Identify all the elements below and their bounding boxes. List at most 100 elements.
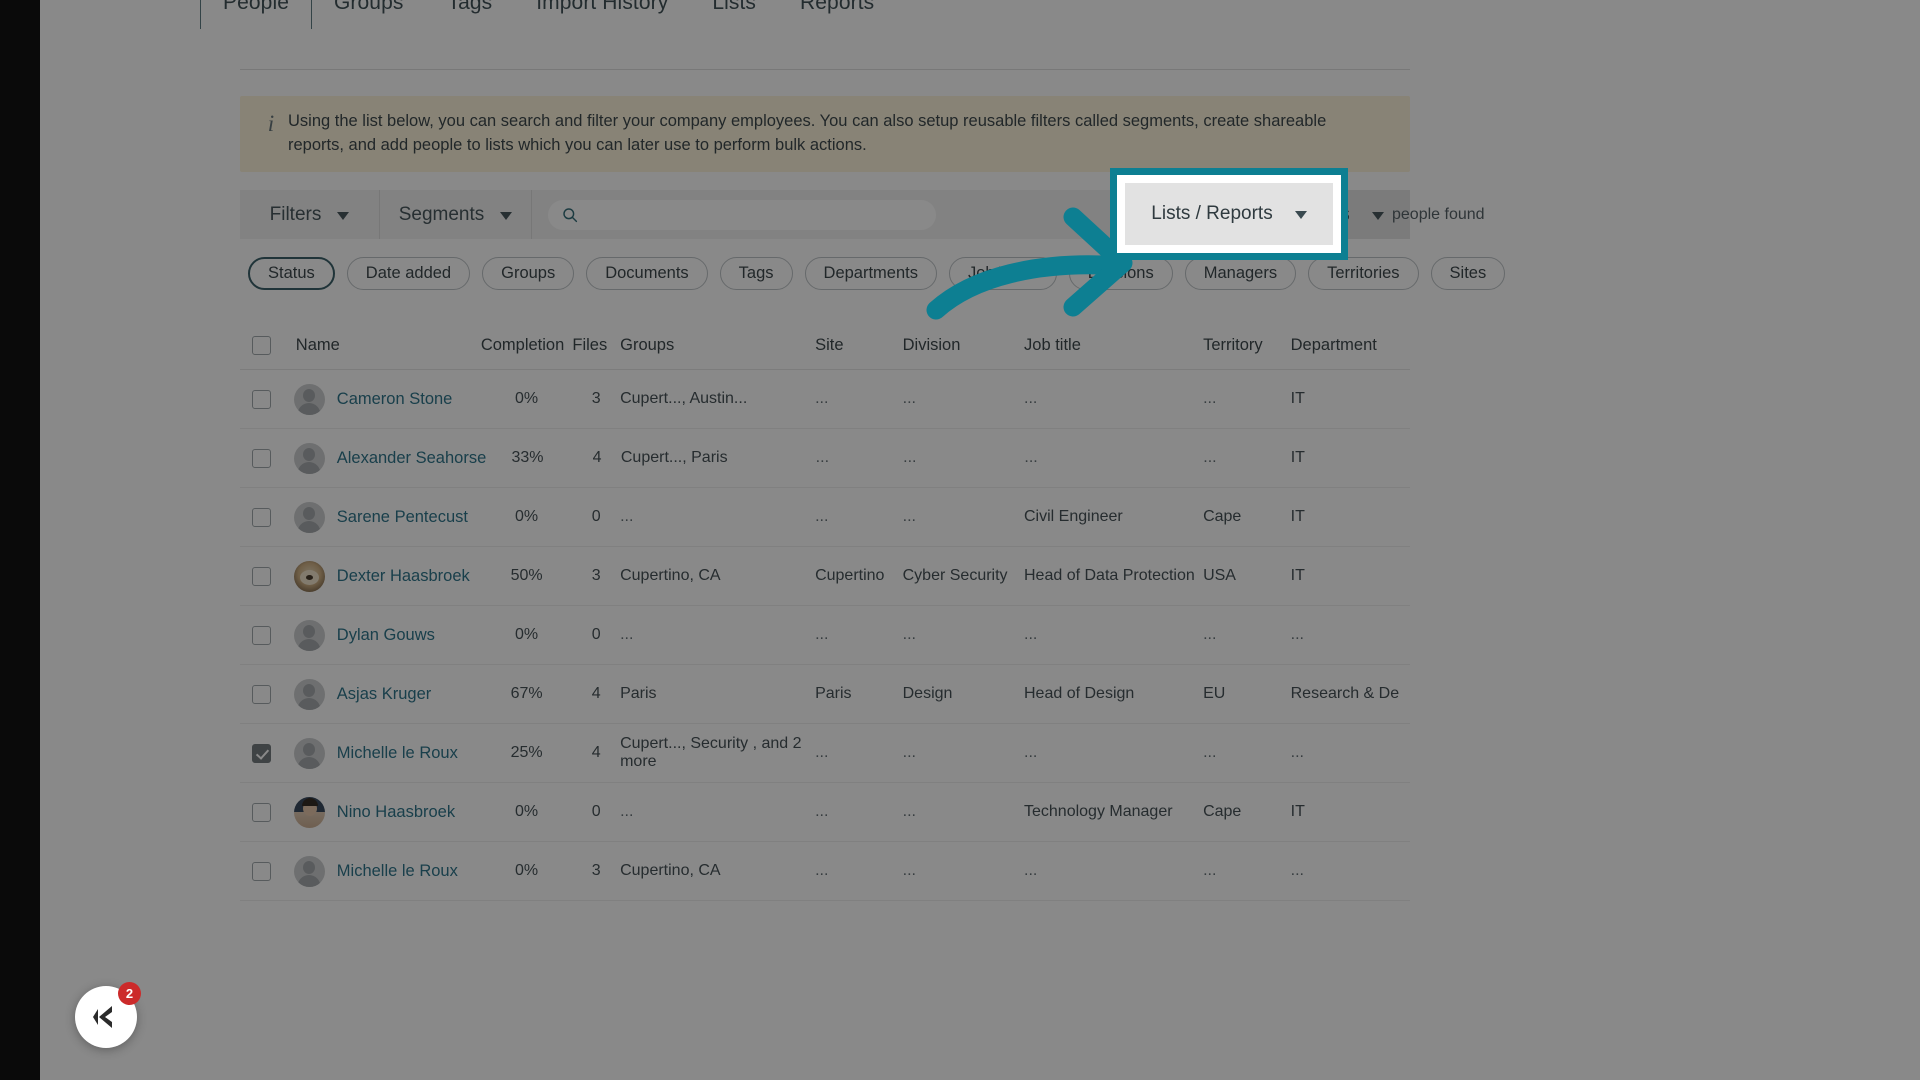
tab-label: Import History — [536, 0, 669, 14]
filters-label: Filters — [269, 203, 322, 225]
chip-label: Date added — [365, 264, 452, 282]
row-name-cell: Nino Haasbroek — [293, 796, 481, 828]
table-row[interactable]: Michelle le Roux 25% 4 Cupert..., Security … — [240, 724, 1410, 783]
row-checkbox[interactable] — [252, 389, 271, 409]
chip-managers[interactable]: Managers — [1184, 257, 1297, 290]
row-checkbox[interactable] — [252, 566, 271, 586]
row-checkbox[interactable] — [252, 861, 271, 881]
row-checkbox[interactable] — [252, 743, 271, 763]
row-division: ... — [902, 862, 916, 879]
row-checkbox[interactable] — [252, 684, 271, 704]
row-site: ... — [815, 449, 830, 466]
person-name-link[interactable]: Dexter Haasbroek — [337, 567, 470, 586]
row-files: 0 — [591, 508, 601, 525]
tab-import-history[interactable]: Import History — [514, 0, 690, 29]
person-name-link[interactable]: Alexander Seahorse — [337, 449, 487, 468]
row-completion: 33% — [511, 449, 544, 466]
header-completion[interactable]: Completion — [481, 336, 573, 355]
tab-label: Reports — [800, 0, 875, 14]
select-all-checkbox[interactable] — [252, 336, 271, 355]
chip-sites[interactable]: Sites — [1430, 257, 1506, 290]
avatar — [293, 855, 325, 887]
header-department[interactable]: Department — [1291, 336, 1410, 355]
row-checkbox[interactable] — [252, 448, 271, 468]
row-division: ... — [902, 508, 916, 525]
row-job-title: ... — [1024, 390, 1038, 407]
row-groups: ... — [620, 626, 634, 643]
header-job-title[interactable]: Job title — [1024, 336, 1203, 355]
header-division[interactable]: Division — [903, 336, 1024, 355]
row-name-cell: Cameron Stone — [293, 383, 481, 415]
row-territory: USA — [1203, 567, 1236, 584]
table-row[interactable]: Alexander Seahorse 33% 4 Cupert..., Paris..… — [240, 429, 1410, 488]
header-files[interactable]: Files — [572, 336, 620, 355]
chat-widget-button[interactable]: 2 — [75, 982, 141, 1048]
chip-label: Status — [268, 264, 315, 282]
row-name-cell: Asjas Kruger — [293, 678, 481, 710]
screenshot-root: People Groups Tags Import History Lists … — [0, 0, 1920, 1080]
row-select-cell — [240, 389, 294, 409]
chip-documents[interactable]: Documents — [586, 257, 708, 290]
row-department: IT — [1290, 803, 1305, 820]
header-site[interactable]: Site — [815, 336, 903, 355]
person-name-link[interactable]: Michelle le Roux — [337, 862, 458, 881]
chip-label: Divisions — [1087, 264, 1154, 282]
row-division: ... — [902, 744, 916, 761]
row-select-cell — [240, 802, 294, 822]
row-checkbox[interactable] — [252, 802, 271, 822]
avatar — [293, 796, 325, 828]
tab-groups[interactable]: Groups — [312, 0, 425, 29]
row-site: ... — [815, 508, 829, 525]
chip-divisions[interactable]: Divisions — [1068, 257, 1173, 290]
row-territory: Cape — [1203, 803, 1242, 820]
chip-territories[interactable]: Territories — [1308, 257, 1419, 290]
tab-reports[interactable]: Reports — [778, 0, 896, 29]
search-input[interactable] — [548, 199, 936, 230]
lists-reports-label: Lists / Reports — [1151, 203, 1273, 224]
row-checkbox[interactable] — [252, 625, 271, 645]
filter-chips: Status Date added Groups Documents Tags … — [248, 257, 1506, 290]
tab-tags[interactable]: Tags — [425, 0, 514, 29]
chip-tags[interactable]: Tags — [719, 257, 793, 290]
lists-reports-button-highlighted[interactable]: Lists / Reports — [1125, 183, 1333, 245]
segments-dropdown[interactable]: Segments — [380, 190, 532, 239]
table-row[interactable]: Sarene Pentecust 0% 0......... Civil Engine… — [240, 488, 1410, 547]
person-name-link[interactable]: Nino Haasbroek — [337, 803, 455, 822]
results-count-text: people found — [1392, 205, 1485, 223]
header-territory[interactable]: Territory — [1203, 336, 1291, 355]
row-territory: ... — [1203, 862, 1217, 879]
table-row[interactable]: Dexter Haasbroek 50% 3 Cupertino, CA Cuperti… — [240, 547, 1410, 606]
table-row[interactable]: Asjas Kruger 67% 4 Paris Paris Design Head of … — [240, 665, 1410, 724]
table-row[interactable]: Dylan Gouws 0% 0.................. — [240, 606, 1410, 665]
person-name-link[interactable]: Cameron Stone — [337, 390, 453, 409]
person-name-link[interactable]: Dylan Gouws — [337, 626, 435, 645]
filters-dropdown[interactable]: Filters — [240, 190, 380, 239]
table-row[interactable]: Cameron Stone 0% 3 Cupert..., Austin.......… — [240, 370, 1410, 429]
row-department: IT — [1290, 390, 1305, 407]
chip-label: Territories — [1327, 264, 1400, 282]
tab-lists[interactable]: Lists — [690, 0, 778, 29]
header-name[interactable]: Name — [294, 336, 481, 355]
chip-groups[interactable]: Groups — [482, 257, 575, 290]
table-body: Cameron Stone 0% 3 Cupert..., Austin.......… — [240, 370, 1410, 901]
tab-people[interactable]: People — [200, 0, 312, 29]
row-checkbox[interactable] — [252, 507, 271, 527]
person-name-link[interactable]: Michelle le Roux — [337, 744, 458, 763]
person-name-link[interactable]: Sarene Pentecust — [337, 508, 468, 527]
table-row[interactable]: Nino Haasbroek 0% 0......... Technology Man… — [240, 783, 1410, 842]
row-select-cell — [240, 507, 294, 527]
chip-job-titles[interactable]: Job Titles — [949, 257, 1057, 290]
search-icon — [563, 207, 578, 222]
chip-status[interactable]: Status — [248, 257, 335, 290]
person-name-link[interactable]: Asjas Kruger — [337, 685, 431, 704]
row-site: Paris — [815, 685, 852, 702]
header-groups[interactable]: Groups — [620, 336, 815, 355]
chip-date-added[interactable]: Date added — [346, 257, 471, 290]
table-row[interactable]: Michelle le Roux 0% 3 Cupertino, CA........… — [240, 842, 1410, 901]
tabs-divider — [240, 69, 1410, 70]
row-division: ... — [902, 390, 916, 407]
search-area: people found — [532, 190, 1485, 239]
chip-departments[interactable]: Departments — [804, 257, 937, 290]
row-job-title: ... — [1024, 626, 1038, 643]
avatar — [293, 442, 325, 474]
